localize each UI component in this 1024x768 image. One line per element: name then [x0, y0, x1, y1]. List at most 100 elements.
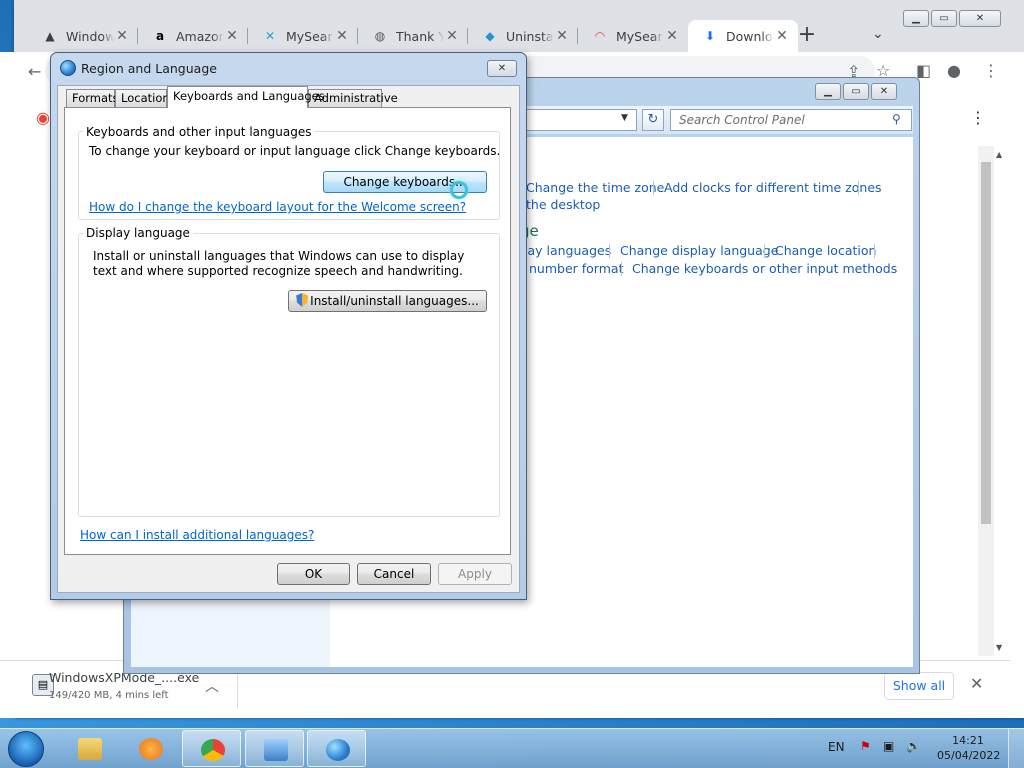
volume-icon[interactable]: 🔈: [906, 739, 921, 753]
keyboards-description: To change your keyboard or input languag…: [89, 144, 501, 158]
tab-title: Windows: [66, 28, 114, 44]
tab-title: MySearch: [616, 28, 664, 44]
scrollbar-thumb[interactable]: [981, 162, 991, 524]
taskbar-control-panel[interactable]: [245, 730, 304, 767]
close-icon[interactable]: ✕: [959, 10, 1001, 27]
uac-shield-icon: [296, 293, 309, 307]
tab-title: Downloads: [726, 28, 774, 44]
menu-dots-icon[interactable]: ⋮: [983, 61, 999, 80]
clock-date: 05/04/2022: [937, 749, 1001, 762]
taskbar-explorer[interactable]: [60, 730, 119, 767]
tab-formats[interactable]: Formats: [66, 89, 119, 107]
search-input[interactable]: Search Control Panel: [670, 109, 912, 131]
install-uninstall-languages-button[interactable]: Install/uninstall languages...: [288, 290, 487, 312]
busy-cursor-icon: [450, 181, 468, 199]
maximize-icon[interactable]: ▭: [931, 10, 957, 27]
control-panel-icon: [264, 739, 288, 761]
chevron-down-icon[interactable]: ▼: [621, 113, 628, 123]
x-logo-icon: ✕: [264, 29, 276, 43]
diamond-icon: ◆: [485, 29, 495, 43]
divider: [621, 262, 622, 276]
desktop-link[interactable]: the desktop: [526, 197, 600, 212]
number-format-link[interactable]: number format: [529, 261, 623, 276]
chrome-logo-icon: ◉: [36, 108, 50, 127]
chevron-up-icon[interactable]: ︿: [205, 676, 219, 696]
add-clocks-link[interactable]: Add clocks for different time zones: [664, 180, 882, 195]
apply-button[interactable]: Apply: [438, 563, 512, 585]
refresh-icon[interactable]: ↻: [642, 109, 664, 131]
close-tab-icon[interactable]: ✕: [444, 28, 460, 44]
minimize-icon[interactable]: ▁: [903, 10, 929, 27]
taskbar-media-player[interactable]: [121, 730, 180, 767]
close-tab-icon[interactable]: ✕: [554, 28, 570, 44]
show-all-button[interactable]: Show all: [884, 672, 954, 700]
tab-uninstall[interactable]: ◆ Uninstall ✕: [468, 20, 578, 52]
page-menu-icon[interactable]: ⋮: [970, 108, 986, 127]
scroll-up-arrow-icon[interactable]: ▲: [996, 150, 1002, 159]
close-icon[interactable]: ✕: [970, 674, 983, 693]
cancel-button[interactable]: Cancel: [357, 563, 431, 585]
tab-amazon[interactable]: a Amazon ✕: [138, 20, 248, 52]
taskbar-region-language[interactable]: [307, 730, 366, 767]
button-label: Install/uninstall languages...: [310, 294, 479, 308]
minimize-icon[interactable]: ▁: [815, 83, 841, 100]
back-icon[interactable]: ←: [28, 62, 41, 81]
chrome-window-controls: ▁ ▭ ✕: [903, 10, 1001, 27]
clock[interactable]: 14:21 05/04/2022: [937, 733, 1001, 763]
change-keyboards-link[interactable]: Change keyboards or other input methods: [632, 261, 897, 276]
divider: [653, 181, 654, 195]
taskbar-chrome[interactable]: [182, 730, 241, 767]
tab-mysearch[interactable]: ✕ MySearch ✕: [248, 20, 358, 52]
show-desktop-button[interactable]: [1008, 728, 1024, 768]
clock-time: 14:21: [952, 734, 984, 747]
ok-button[interactable]: OK: [277, 563, 350, 585]
close-tab-icon[interactable]: ✕: [114, 28, 130, 44]
network-icon[interactable]: ▣: [883, 739, 894, 753]
dialog-title: Region and Language: [81, 61, 217, 76]
close-tab-icon[interactable]: ✕: [774, 28, 790, 44]
tab-title: Amazon: [176, 28, 224, 44]
tab-mysearch-2[interactable]: ◠ MySearch ✕: [578, 20, 688, 52]
change-display-language-link[interactable]: Change display language: [620, 243, 778, 258]
maximize-icon[interactable]: ▭: [843, 83, 869, 100]
download-progress: 149/420 MB, 4 mins left: [49, 690, 169, 701]
tab-title: MySearch: [286, 28, 334, 44]
group-label: Keyboards and other input languages: [83, 125, 315, 139]
change-time-zone-link[interactable]: Change the time zone: [526, 180, 664, 195]
display-languages-link[interactable]: lay languages: [524, 243, 611, 258]
change-location-link[interactable]: Change location: [775, 243, 876, 258]
divider: [764, 244, 765, 258]
close-tab-icon[interactable]: ✕: [224, 28, 240, 44]
profile-avatar-icon[interactable]: ●: [947, 61, 961, 80]
start-button[interactable]: [8, 731, 44, 767]
tab-search-icon[interactable]: ⌄: [872, 26, 884, 42]
divider: [858, 181, 859, 195]
close-icon[interactable]: ✕: [871, 83, 897, 100]
welcome-screen-help-link[interactable]: How do I change the keyboard layout for …: [89, 200, 466, 214]
additional-languages-help-link[interactable]: How can I install additional languages?: [80, 528, 314, 542]
tab-thank-you[interactable]: ◍ Thank You ✕: [358, 20, 468, 52]
close-tab-icon[interactable]: ✕: [334, 28, 350, 44]
divider: [874, 244, 875, 258]
search-icon[interactable]: ⚲: [892, 112, 901, 126]
action-center-flag-icon[interactable]: ⚑: [860, 739, 871, 753]
tab-windows[interactable]: ▲ Windows ✕: [28, 20, 138, 52]
divider: [237, 668, 238, 708]
tab-keyboards-and-languages[interactable]: Keyboards and Languages: [167, 86, 325, 108]
tab-location[interactable]: Location: [115, 89, 170, 107]
close-icon[interactable]: ✕: [487, 60, 517, 77]
sidebar-icon[interactable]: ◧: [916, 61, 931, 80]
close-tab-icon[interactable]: ✕: [664, 28, 680, 44]
explorer-icon: [78, 738, 102, 760]
new-tab-button[interactable]: +: [793, 22, 821, 50]
control-panel-window-controls: ▁ ▭ ✕: [815, 83, 897, 100]
rainbow-icon: ◠: [594, 29, 606, 43]
tab-downloads[interactable]: ⬇ Downloads ✕: [688, 20, 798, 52]
globe-icon: ◍: [374, 29, 386, 43]
language-indicator[interactable]: EN: [828, 740, 845, 754]
display-language-description: Install or uninstall languages that Wind…: [93, 249, 465, 278]
tab-title: Thank You: [396, 28, 444, 44]
tab-title: Uninstall: [506, 28, 554, 44]
globe-icon: [60, 60, 76, 76]
scroll-down-arrow-icon[interactable]: ▼: [996, 643, 1002, 652]
